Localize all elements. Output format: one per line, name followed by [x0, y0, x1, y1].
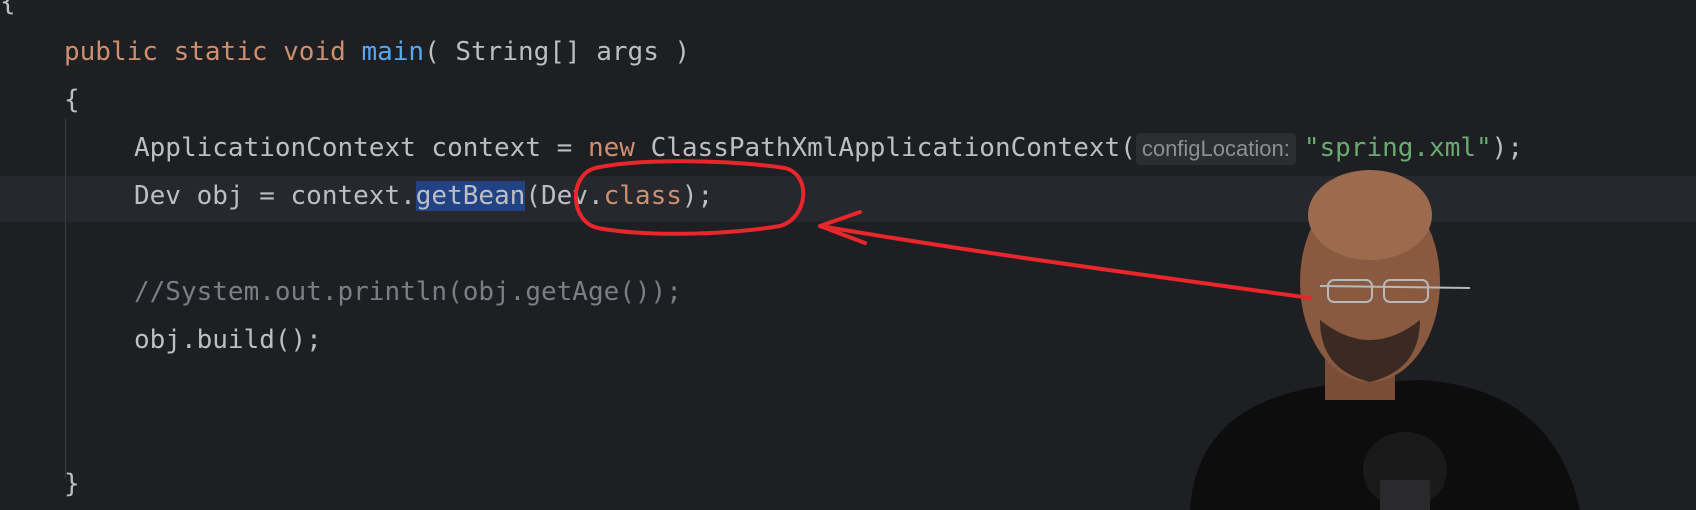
- presenter-webcam-overlay: [1190, 170, 1580, 510]
